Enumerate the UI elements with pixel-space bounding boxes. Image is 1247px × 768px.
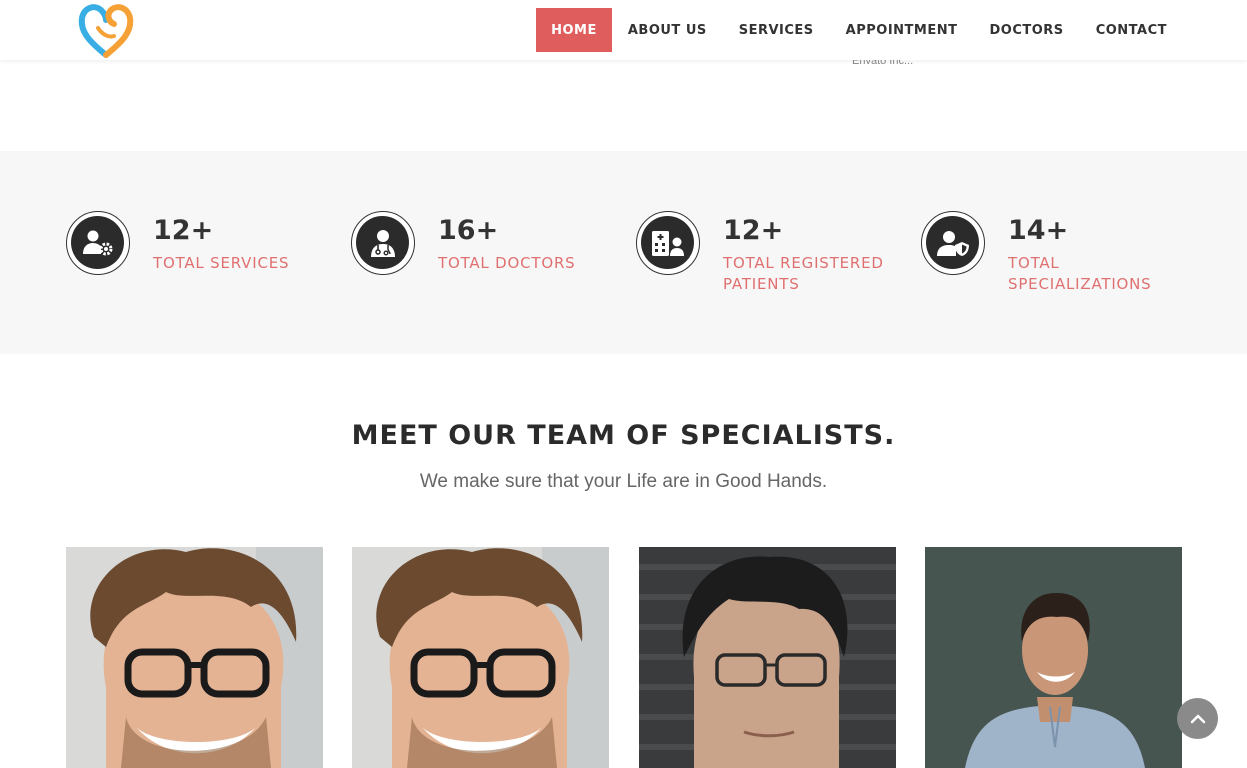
stat-label: TOTAL SPECIALIZATIONS: [1008, 254, 1152, 293]
nav-services[interactable]: SERVICES: [723, 8, 830, 52]
doctor-card[interactable]: [66, 547, 323, 768]
doctor-card[interactable]: [639, 547, 896, 768]
doctor-card[interactable]: [925, 547, 1182, 768]
page: HOME ABOUT US SERVICES APPOINTMENT DOCTO…: [0, 0, 1247, 768]
scroll-to-top-button[interactable]: [1177, 698, 1218, 739]
doctor-card[interactable]: [352, 547, 609, 768]
main-nav: HOME ABOUT US SERVICES APPOINTMENT DOCTO…: [536, 8, 1183, 52]
smiling-man-glasses-photo: [352, 547, 609, 768]
smiling-man-blue-shirt-photo: [925, 547, 1182, 768]
nav-home[interactable]: HOME: [536, 8, 612, 52]
nav-about-us[interactable]: ABOUT US: [612, 8, 723, 52]
chevron-up-icon: [1190, 714, 1205, 723]
nav-contact[interactable]: CONTACT: [1080, 8, 1183, 52]
stat-doctors: 16+ TOTAL DOCTORS: [351, 211, 621, 301]
heart-logo[interactable]: [76, 0, 138, 60]
stat-value: 12+: [153, 215, 214, 246]
asian-man-glasses-photo: [639, 547, 896, 768]
team-title: MEET OUR TEAM OF SPECIALISTS.: [351, 420, 896, 451]
stats-section: 12+ TOTAL SERVICES 16+ TOTAL DOCTORS 12+…: [0, 151, 1247, 354]
stat-specializations: 14+ TOTAL SPECIALIZATIONS: [921, 211, 1191, 301]
stat-label: TOTAL SERVICES: [153, 254, 290, 272]
stat-value: 12+: [723, 215, 784, 246]
stat-services: 12+ TOTAL SERVICES: [66, 211, 336, 301]
doctor-icon: [351, 211, 415, 275]
user-gear-icon: [66, 211, 130, 275]
team-subtitle: We make sure that your Life are in Good …: [419, 471, 828, 492]
smiling-man-glasses-photo: [66, 547, 323, 768]
user-shield-icon: [921, 211, 985, 275]
stat-patients: 12+ TOTAL REGISTERED PATIENTS: [636, 211, 906, 301]
nav-doctors[interactable]: DOCTORS: [974, 8, 1080, 52]
stat-label: TOTAL REGISTERED PATIENTS: [723, 254, 884, 293]
stat-value: 16+: [438, 215, 499, 246]
stat-label: TOTAL DOCTORS: [438, 254, 576, 272]
nav-appointment[interactable]: APPOINTMENT: [830, 8, 974, 52]
top-navbar: HOME ABOUT US SERVICES APPOINTMENT DOCTO…: [0, 0, 1247, 60]
hospital-user-icon: [636, 211, 700, 275]
stat-value: 14+: [1008, 215, 1069, 246]
